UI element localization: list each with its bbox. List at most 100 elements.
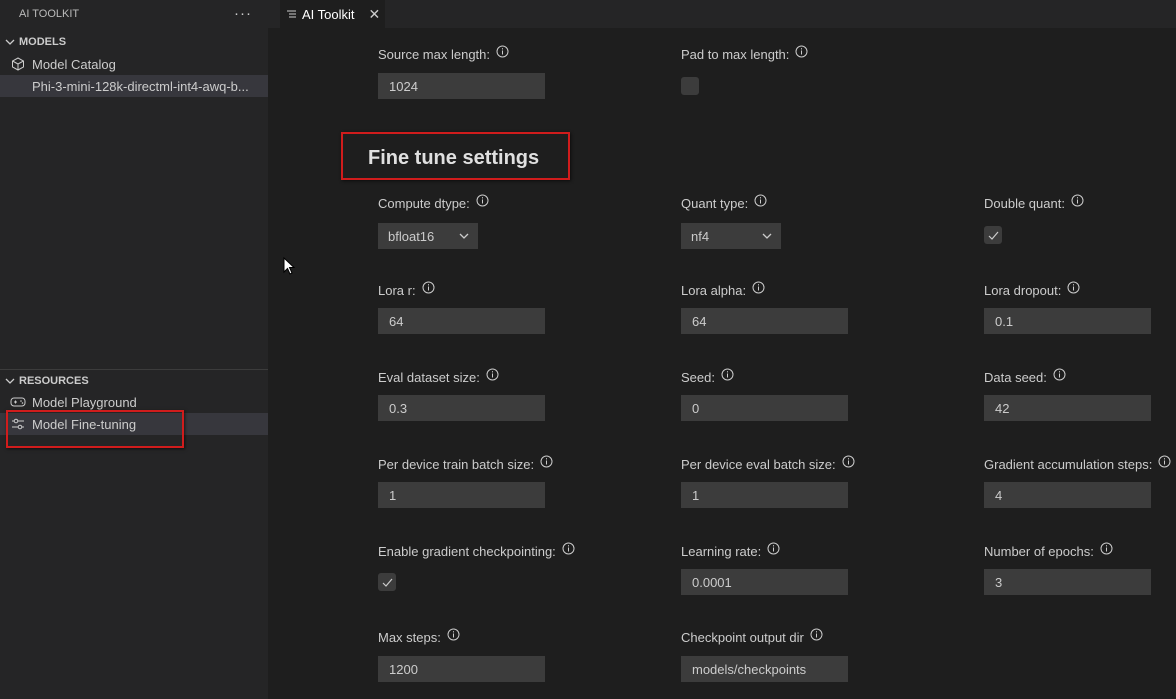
data-seed-field: Data seed: bbox=[984, 368, 1066, 386]
field-label: Double quant: bbox=[984, 195, 1065, 211]
models-section-label: MODELS bbox=[19, 36, 67, 48]
quant-type-select[interactable]: nf4 bbox=[681, 223, 781, 249]
info-icon[interactable] bbox=[486, 368, 499, 381]
pad-to-max-length-checkbox[interactable] bbox=[681, 77, 699, 95]
info-icon[interactable] bbox=[754, 194, 767, 207]
field-label: Data seed: bbox=[984, 369, 1047, 385]
info-icon[interactable] bbox=[476, 194, 489, 207]
cube-icon bbox=[10, 56, 26, 72]
info-icon[interactable] bbox=[752, 281, 765, 294]
quant-type-field: Quant type: bbox=[681, 194, 767, 212]
checkpoint-output-dir-input[interactable]: models/checkpoints bbox=[681, 656, 848, 682]
seed-field: Seed: bbox=[681, 368, 734, 386]
double-quant-field: Double quant: bbox=[984, 194, 1084, 212]
fine-tuning-highlight-box bbox=[6, 410, 184, 448]
field-label: Seed: bbox=[681, 369, 715, 385]
info-icon[interactable] bbox=[795, 45, 808, 58]
per-device-train-batch-size-field: Per device train batch size: bbox=[378, 455, 553, 473]
field-label: Enable gradient checkpointing: bbox=[378, 543, 556, 559]
field-label: Lora dropout: bbox=[984, 282, 1062, 298]
resources-section-label: RESOURCES bbox=[19, 375, 89, 387]
select-value: bfloat16 bbox=[388, 228, 435, 244]
info-icon[interactable] bbox=[422, 281, 435, 294]
info-icon[interactable] bbox=[1053, 368, 1066, 381]
tab-label: AI Toolkit bbox=[302, 6, 355, 22]
more-actions-icon[interactable]: ··· bbox=[234, 5, 252, 22]
field-label: Learning rate: bbox=[681, 543, 762, 559]
editor-tab-bar: AI Toolkit ✕ bbox=[268, 0, 1176, 28]
enable-gradient-checkpointing-checkbox[interactable] bbox=[378, 573, 396, 591]
check-icon bbox=[382, 578, 392, 587]
info-icon[interactable] bbox=[562, 542, 575, 555]
lora-dropout-input[interactable]: 0.1 bbox=[984, 308, 1151, 334]
pad-to-max-length-field: Pad to max length: bbox=[681, 45, 808, 63]
sidebar-header: AI TOOLKIT ··· bbox=[0, 0, 268, 28]
field-label: Pad to max length: bbox=[681, 46, 790, 62]
eval-dataset-size-input[interactable]: 0.3 bbox=[378, 395, 545, 421]
field-label: Max steps: bbox=[378, 629, 441, 645]
sidebar-item-label: Model Playground bbox=[32, 394, 137, 410]
max-steps-input[interactable]: 1200 bbox=[378, 656, 545, 682]
chevron-down-icon bbox=[762, 233, 772, 239]
sidebar-item-label: Phi-3-mini-128k-directml-int4-awq-b... bbox=[32, 78, 249, 94]
section-title-highlight-box bbox=[341, 132, 570, 180]
info-icon[interactable] bbox=[810, 628, 823, 641]
data-seed-input[interactable]: 42 bbox=[984, 395, 1151, 421]
info-icon[interactable] bbox=[447, 628, 460, 641]
info-icon[interactable] bbox=[1071, 194, 1084, 207]
info-icon[interactable] bbox=[1158, 455, 1171, 468]
source-max-length-input[interactable]: 1024 bbox=[378, 73, 545, 99]
compute-dtype-field: Compute dtype: bbox=[378, 194, 489, 212]
field-label: Source max length: bbox=[378, 46, 491, 62]
info-icon[interactable] bbox=[540, 455, 553, 468]
seed-input[interactable]: 0 bbox=[681, 395, 848, 421]
sidebar-item-label: Model Catalog bbox=[32, 56, 116, 72]
field-label: Lora alpha: bbox=[681, 282, 747, 298]
per-device-eval-batch-size-field: Per device eval batch size: bbox=[681, 455, 855, 473]
per-device-eval-batch-size-input[interactable]: 1 bbox=[681, 482, 848, 508]
field-label: Per device train batch size: bbox=[378, 456, 535, 472]
number-of-epochs-input[interactable]: 3 bbox=[984, 569, 1151, 595]
lora-alpha-input[interactable]: 64 bbox=[681, 308, 848, 334]
chevron-down-icon bbox=[5, 378, 15, 384]
field-label: Lora r: bbox=[378, 282, 416, 298]
checkpoint-output-dir-field: Checkpoint output dir bbox=[681, 628, 823, 646]
info-icon[interactable] bbox=[767, 542, 780, 555]
source-max-length-field: Source max length: bbox=[378, 45, 509, 63]
enable-gradient-checkpointing-field: Enable gradient checkpointing: bbox=[378, 542, 575, 560]
max-steps-field: Max steps: bbox=[378, 628, 460, 646]
info-icon[interactable] bbox=[1067, 281, 1080, 294]
select-value: nf4 bbox=[691, 228, 710, 244]
lora-r-input[interactable]: 64 bbox=[378, 308, 545, 334]
info-icon[interactable] bbox=[842, 455, 855, 468]
sidebar: AI TOOLKIT ··· MODELS Model Catalog Phi-… bbox=[0, 0, 268, 699]
tab-ai-toolkit[interactable]: AI Toolkit ✕ bbox=[280, 0, 385, 28]
gradient-accumulation-steps-input[interactable]: 4 bbox=[984, 482, 1151, 508]
chevron-down-icon bbox=[5, 39, 15, 45]
per-device-train-batch-size-input[interactable]: 1 bbox=[378, 482, 545, 508]
field-label: Gradient accumulation steps: bbox=[984, 456, 1153, 472]
lora-alpha-field: Lora alpha: bbox=[681, 281, 765, 299]
eval-dataset-size-field: Eval dataset size: bbox=[378, 368, 499, 386]
field-label: Checkpoint output dir bbox=[681, 629, 804, 645]
learning-rate-input[interactable]: 0.0001 bbox=[681, 569, 848, 595]
gradient-accumulation-steps-field: Gradient accumulation steps: bbox=[984, 455, 1171, 473]
fine-tune-form: Source max length: 1024 Pad to max lengt… bbox=[268, 28, 1176, 699]
field-label: Per device eval batch size: bbox=[681, 456, 836, 472]
sidebar-item-model-catalog[interactable]: Model Catalog bbox=[0, 53, 268, 75]
number-of-epochs-field: Number of epochs: bbox=[984, 542, 1113, 560]
compute-dtype-select[interactable]: bfloat16 bbox=[378, 223, 478, 249]
info-icon[interactable] bbox=[721, 368, 734, 381]
chevron-down-icon bbox=[459, 233, 469, 239]
models-section-header[interactable]: MODELS bbox=[0, 31, 268, 53]
close-icon[interactable]: ✕ bbox=[369, 6, 381, 23]
resources-section-header[interactable]: RESOURCES bbox=[0, 370, 268, 392]
field-label: Number of epochs: bbox=[984, 543, 1094, 559]
sidebar-item-phi3-model[interactable]: Phi-3-mini-128k-directml-int4-awq-b... bbox=[0, 75, 268, 97]
learning-rate-field: Learning rate: bbox=[681, 542, 780, 560]
check-icon bbox=[988, 231, 998, 240]
info-icon[interactable] bbox=[496, 45, 509, 58]
info-icon[interactable] bbox=[1100, 542, 1113, 555]
double-quant-checkbox[interactable] bbox=[984, 226, 1002, 244]
lora-dropout-field: Lora dropout: bbox=[984, 281, 1080, 299]
